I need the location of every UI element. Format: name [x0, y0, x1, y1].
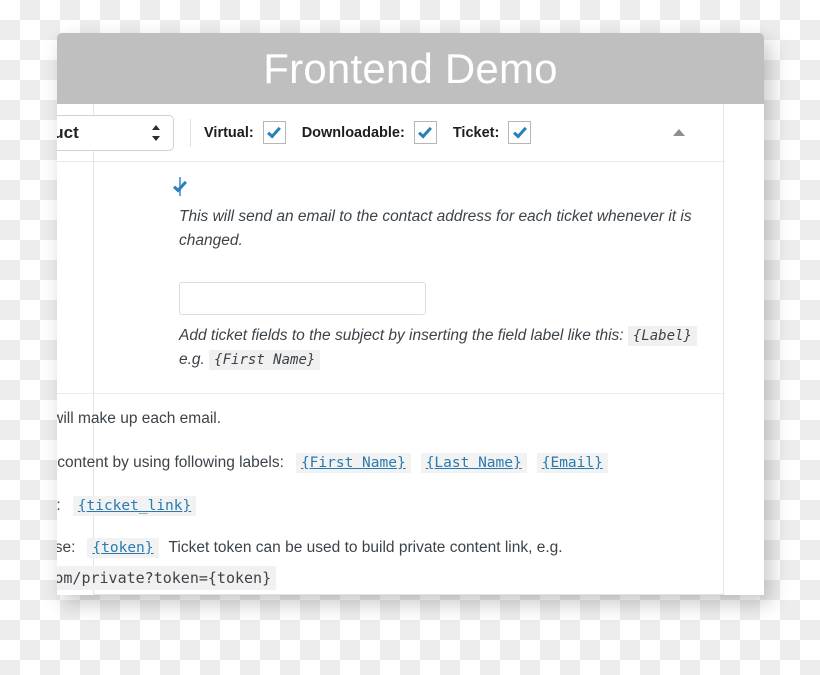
ticket-token-suffix: Ticket token can be used to build privat…	[168, 539, 563, 556]
collapse-metabox-button[interactable]	[667, 121, 691, 145]
downloadable-checkbox[interactable]	[413, 121, 437, 144]
page-title: Frontend Demo	[263, 44, 558, 92]
triangle-up-icon	[673, 129, 685, 136]
virtual-checkbox[interactable]	[262, 121, 286, 144]
subject-help-eg-prefix: e.g.	[179, 351, 205, 369]
check-icon	[512, 123, 527, 139]
product-type-select[interactable]: Simple product	[57, 114, 174, 151]
product-type-select-value: Simple product	[57, 122, 79, 142]
ticket-checkbox-group: Ticket:	[452, 121, 532, 144]
ticket-emails-help-text: This will send an email to the contact a…	[179, 208, 692, 250]
example-url-token: ://example.com/private?token={token}	[57, 566, 277, 590]
ticket-token-text: ert ticket token use:	[57, 539, 76, 556]
ticket-emails-row: e ticket emails This will send an email …	[57, 177, 725, 253]
label-token: {Label}	[627, 326, 697, 346]
section-divider	[57, 393, 725, 394]
content-fields-line: cket fields to the content by using foll…	[57, 453, 608, 473]
virtual-checkbox-label: Virtual:	[204, 124, 254, 141]
ticket-emails-label: e ticket emails	[57, 178, 179, 253]
ticket-token-line: ert ticket token use: {token} Ticket tok…	[57, 538, 565, 558]
product-data-toolbar: Simple product Virtual: Downloadable:	[57, 104, 725, 162]
first-name-token: {First Name}	[209, 350, 321, 371]
ticket-emails-checkbox[interactable]	[173, 177, 187, 196]
content-intro-text: the content that will make up each email…	[57, 410, 222, 427]
ticket-checkbox-label: Ticket:	[452, 124, 500, 141]
first-name-token-link[interactable]: {First Name}	[295, 453, 411, 473]
subject-help-prefix: Add ticket fields to the subject by inse…	[179, 327, 624, 344]
toolbar-divider	[190, 118, 191, 147]
ticket-subject-help-text: Add ticket fields to the subject by inse…	[179, 324, 719, 372]
product-data-metabox: Simple product Virtual: Downloadable:	[57, 104, 725, 595]
check-icon	[267, 123, 282, 139]
ticket-token-url-line: ://example.com/private?token={token}	[57, 566, 277, 590]
select-stepper-arrows-icon	[152, 123, 161, 143]
ticket-subject-label: subject	[57, 282, 179, 372]
ticket-subject-input[interactable]	[179, 282, 426, 315]
check-icon	[418, 123, 433, 139]
ticket-subject-field: Add ticket fields to the subject by inse…	[179, 282, 725, 372]
downloadable-checkbox-group: Downloadable:	[302, 121, 437, 144]
screenshot-card: Frontend Demo Simple product Virtual:	[57, 33, 764, 595]
ticket-subject-row: subject Add ticket fields to the subject…	[57, 282, 725, 372]
right-gutter	[725, 104, 764, 595]
email-token-link[interactable]: {Email}	[536, 453, 608, 473]
header-bar: Frontend Demo	[57, 33, 764, 104]
ticket-link-text: ert ticket link use:	[57, 497, 61, 515]
downloadable-checkbox-label: Downloadable:	[301, 124, 405, 141]
ticket-checkbox[interactable]	[508, 121, 532, 144]
last-name-token-link[interactable]: {Last Name}	[420, 453, 527, 473]
virtual-checkbox-group: Virtual:	[204, 121, 286, 144]
content-intro-line: the content that will make up each email…	[57, 410, 223, 428]
ticket-emails-field: This will send an email to the contact a…	[173, 177, 725, 253]
ticket-token-link[interactable]: {token}	[87, 538, 159, 558]
metabox-inner-content: Simple product Virtual: Downloadable:	[57, 104, 725, 595]
ticket-link-line: ert ticket link use: {ticket_link}	[57, 496, 197, 516]
content-fields-text: cket fields to the content by using foll…	[57, 454, 284, 471]
card-body: Simple product Virtual: Downloadable:	[57, 104, 764, 595]
ticket-link-token-link[interactable]: {ticket_link}	[72, 496, 197, 516]
